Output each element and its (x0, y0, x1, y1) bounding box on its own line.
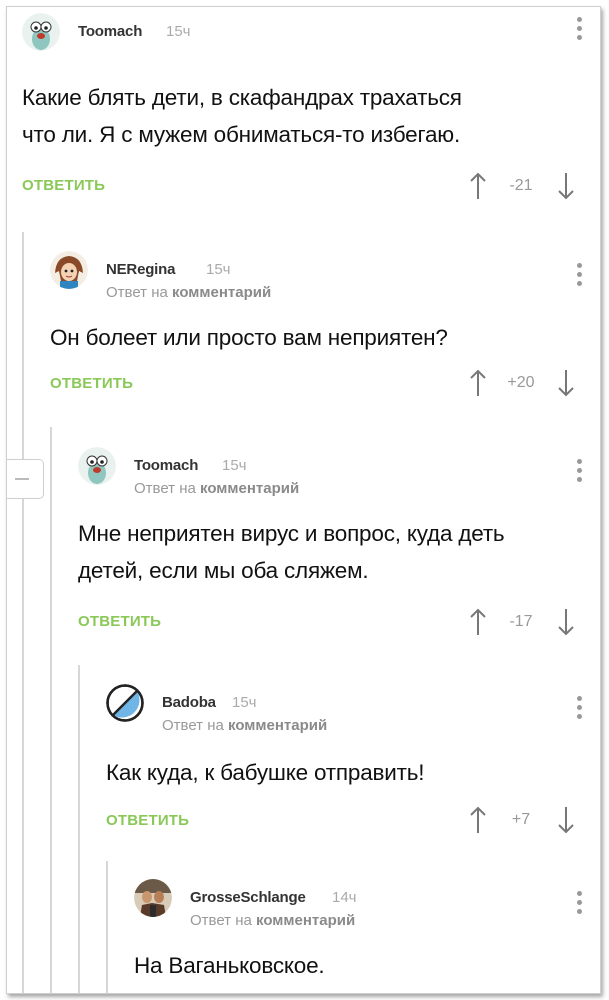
reply-to-label: Ответ на комментарий (162, 717, 327, 734)
more-options-icon[interactable] (576, 459, 582, 485)
reply-to-prefix: Ответ на (106, 284, 168, 301)
more-options-icon[interactable] (576, 696, 582, 722)
reply-to-prefix: Ответ на (162, 717, 224, 734)
downvote-arrow-icon[interactable] (556, 171, 576, 201)
comment-time: 15ч (222, 457, 247, 474)
vote-controls: +20 (468, 368, 578, 398)
comment: GrosseSchlange 14ч Ответ на комментарий … (134, 879, 588, 993)
reply-button[interactable]: ОТВЕТИТЬ (106, 812, 189, 829)
vote-controls: -17 (468, 607, 578, 637)
reply-button[interactable]: ОТВЕТИТЬ (78, 613, 161, 630)
comment-rating: +20 (507, 374, 535, 391)
thread-line[interactable] (50, 427, 52, 993)
comment: NERegina 15ч Ответ на комментарий Он бол… (50, 251, 588, 401)
comment-rating: +7 (511, 811, 531, 828)
comment-text-line: Он болеет или просто вам неприятен? (50, 325, 448, 350)
comment-text-line: Как куда, к бабушке отправить! (106, 760, 425, 785)
comment-text: Он болеет или просто вам неприятен? (50, 319, 448, 356)
comment-text-line: детей, если мы оба сляжем. (78, 558, 369, 583)
blocked-avatar[interactable] (106, 684, 144, 722)
comment-time: 15ч (232, 694, 257, 711)
comment-author[interactable]: Toomach (78, 23, 142, 40)
reply-to-link[interactable]: комментарий (228, 717, 327, 734)
vote-controls: -21 (468, 171, 578, 201)
comment-text-line: что ли. Я с мужем обниматься-то избегаю. (22, 122, 461, 147)
more-options-icon[interactable] (576, 17, 582, 43)
comment: Toomach 15ч Какие блять дети, в скафандр… (22, 13, 588, 213)
reply-to-link[interactable]: комментарий (256, 912, 355, 929)
cartoon-avatar[interactable] (78, 447, 116, 485)
reply-to-label: Ответ на комментарий (190, 912, 355, 929)
thread-line[interactable] (22, 232, 24, 993)
comment-time: 15ч (166, 23, 191, 40)
comment-time: 15ч (206, 261, 231, 278)
comment-text-line: Мне неприятен вирус и вопрос, куда деть (78, 521, 505, 546)
comment-rating: -21 (509, 177, 533, 194)
downvote-arrow-icon[interactable] (556, 607, 576, 637)
reply-to-link[interactable]: комментарий (200, 480, 299, 497)
reply-to-prefix: Ответ на (190, 912, 252, 929)
comment-author[interactable]: Toomach (134, 457, 198, 474)
reply-button[interactable]: ОТВЕТИТЬ (22, 177, 105, 194)
comment-text: Как куда, к бабушке отправить! (106, 754, 425, 791)
comment-rating: -17 (509, 613, 533, 630)
comment: Toomach 15ч Ответ на комментарий Мне неп… (78, 447, 588, 647)
reply-to-label: Ответ на комментарий (106, 284, 271, 301)
reply-to-link[interactable]: комментарий (172, 284, 271, 301)
comment-text: Какие блять дети, в скафандрах трахаться… (22, 79, 462, 153)
reply-button[interactable]: ОТВЕТИТЬ (50, 375, 133, 392)
reply-to-prefix: Ответ на (134, 480, 196, 497)
upvote-arrow-icon[interactable] (468, 805, 488, 835)
comment-author[interactable]: Badoba (162, 694, 216, 711)
more-options-icon[interactable] (576, 891, 582, 917)
comment-text-line: Какие блять дети, в скафандрах трахаться (22, 85, 462, 110)
photo-avatar[interactable] (134, 879, 172, 917)
collapse-thread-button[interactable] (7, 459, 44, 499)
girl-avatar[interactable] (50, 251, 88, 289)
more-options-icon[interactable] (576, 263, 582, 289)
thread-line[interactable] (78, 665, 80, 993)
comment-thread: Toomach 15ч Какие блять дети, в скафандр… (6, 6, 601, 994)
upvote-arrow-icon[interactable] (468, 607, 488, 637)
comment-text: На Ваганьковское. (134, 947, 325, 984)
downvote-arrow-icon[interactable] (556, 368, 576, 398)
vote-controls: +7 (468, 805, 578, 835)
comment-text-line: На Ваганьковское. (134, 953, 325, 978)
comment-text: Мне неприятен вирус и вопрос, куда деть … (78, 515, 505, 589)
thread-line[interactable] (106, 861, 108, 993)
downvote-arrow-icon[interactable] (556, 805, 576, 835)
comment: Badoba 15ч Ответ на комментарий Как куда… (106, 684, 588, 844)
upvote-arrow-icon[interactable] (468, 171, 488, 201)
comment-author[interactable]: NERegina (106, 261, 175, 278)
cartoon-avatar[interactable] (22, 13, 60, 51)
comment-author[interactable]: GrosseSchlange (190, 889, 306, 906)
reply-to-label: Ответ на комментарий (134, 480, 299, 497)
comment-time: 14ч (332, 889, 357, 906)
upvote-arrow-icon[interactable] (468, 368, 488, 398)
